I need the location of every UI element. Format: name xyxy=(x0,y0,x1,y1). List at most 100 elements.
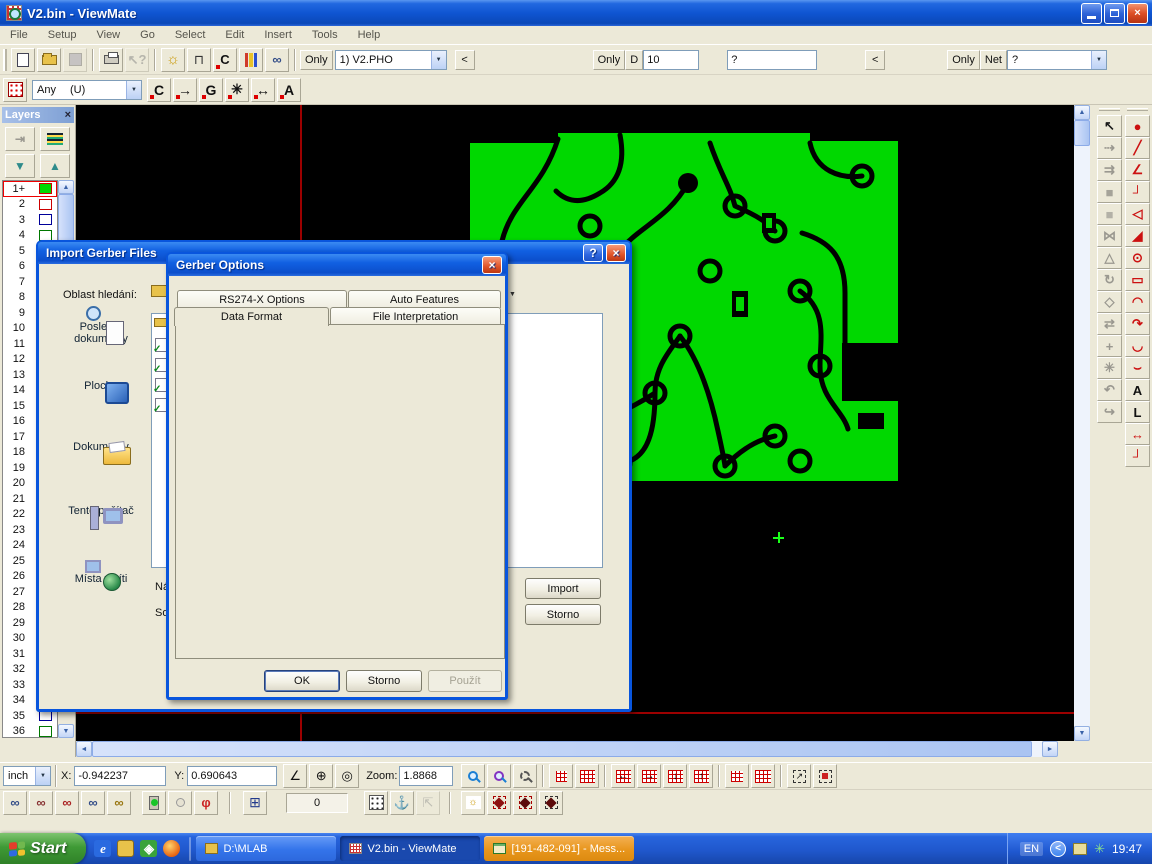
scroll-up-button[interactable]: ▲ xyxy=(1074,105,1090,120)
start-button[interactable]: Start xyxy=(0,833,86,864)
close-button[interactable]: × xyxy=(1127,3,1148,24)
draw-tool-button[interactable]: ◡ xyxy=(1125,335,1150,357)
zoom-field[interactable]: 1.8868 xyxy=(399,766,453,786)
grid-zoom-out-button[interactable] xyxy=(751,764,775,788)
edit-tool-button[interactable]: ↻ xyxy=(1097,269,1122,291)
context-help-button[interactable]: ↖? xyxy=(125,48,149,72)
draw-tool-button[interactable]: ▭ xyxy=(1125,269,1150,291)
tray-messenger-icon[interactable]: ✳ xyxy=(1094,841,1105,857)
layer-move-down-button[interactable]: ▼ xyxy=(5,154,35,178)
edit-tool-button[interactable]: ↶ xyxy=(1097,379,1122,401)
draw-tool-button[interactable]: ↷ xyxy=(1125,313,1150,335)
select-letter-button[interactable]: ↔ xyxy=(251,78,275,102)
layers-close-icon[interactable]: × xyxy=(65,109,71,121)
menu-item[interactable]: Insert xyxy=(254,27,302,43)
view-selected-button[interactable]: ∞ xyxy=(29,791,53,815)
draw-tool-button[interactable]: ↔ xyxy=(1125,423,1150,445)
menu-item[interactable]: Help xyxy=(348,27,391,43)
grid-zoom-in-button[interactable] xyxy=(725,764,749,788)
select-letter-button[interactable]: → xyxy=(173,78,197,102)
scroll-up-button[interactable]: ▲ xyxy=(58,180,74,194)
scroll-down-button[interactable]: ▼ xyxy=(58,724,74,738)
layer-row[interactable]: 2 xyxy=(3,197,57,213)
task-button-viewmate[interactable]: V2.bin - ViewMate xyxy=(340,836,480,861)
scrollbar-thumb[interactable] xyxy=(92,741,1032,757)
chevron-down-icon[interactable]: ▼ xyxy=(1091,51,1106,69)
zoom-window-button[interactable] xyxy=(513,764,537,788)
edit-tool-button[interactable]: ■ xyxy=(1097,203,1122,225)
select-letter-button[interactable]: ✳ xyxy=(225,78,249,102)
lamp-off-button[interactable] xyxy=(168,791,192,815)
edit-tool-button[interactable]: ■ xyxy=(1097,181,1122,203)
green-app-icon[interactable]: ◈ xyxy=(140,840,157,857)
scroll-left-button[interactable]: ◄ xyxy=(76,741,92,757)
firefox-icon[interactable] xyxy=(163,840,180,857)
cancel-button[interactable]: Storno xyxy=(525,604,601,625)
layer-row[interactable]: 3 xyxy=(3,212,57,228)
anchor-button[interactable]: ⚓ xyxy=(390,791,414,815)
units-combo[interactable]: inch ▼ xyxy=(3,766,51,786)
edit-tool-button[interactable]: ✳ xyxy=(1097,357,1122,379)
print-button[interactable] xyxy=(99,48,123,72)
tab-rs274x-options[interactable]: RS274-X Options xyxy=(177,290,347,308)
probe-point-button[interactable]: ◎ xyxy=(335,764,359,788)
layer-color-swatch[interactable] xyxy=(39,214,52,225)
edit-tool-button[interactable]: + xyxy=(1097,335,1122,357)
chevron-down-icon[interactable]: ▼ xyxy=(35,767,50,785)
trace-select-button[interactable] xyxy=(513,791,537,815)
pan-down-button[interactable]: ↓ xyxy=(663,764,687,788)
close-button[interactable]: × xyxy=(606,244,626,262)
tab-data-format[interactable]: Data Format xyxy=(174,307,329,326)
layer-row[interactable]: 1+ xyxy=(3,181,57,197)
layer-insert-button[interactable]: ⇥ xyxy=(5,127,35,151)
scrollbar-track[interactable] xyxy=(1074,120,1090,726)
ok-button[interactable]: OK xyxy=(264,670,340,692)
edit-tool-button[interactable]: ↖ xyxy=(1097,115,1122,137)
view-layer-button[interactable]: ∞ xyxy=(81,791,105,815)
net-select-button[interactable] xyxy=(539,791,563,815)
layer-combo[interactable]: 1) V2.PHO ▼ xyxy=(335,50,447,70)
canvas-horizontal-scrollbar[interactable]: ◄ ► xyxy=(76,741,1074,757)
select-mode-combo[interactable]: Any (U) ▼ xyxy=(32,80,142,100)
edit-tool-button[interactable]: ◇ xyxy=(1097,291,1122,313)
highlight-probe-button[interactable]: φ xyxy=(194,791,218,815)
place-network[interactable]: Místa v síti xyxy=(53,573,149,585)
pad-select-button[interactable] xyxy=(487,791,511,815)
menu-item[interactable]: Tools xyxy=(302,27,348,43)
draw-tool-button[interactable]: ◠ xyxy=(1125,291,1150,313)
dot-grid-button[interactable] xyxy=(364,791,388,815)
task-button-mlab[interactable]: D:\MLAB xyxy=(196,836,336,861)
highlight-flash-button[interactable]: ☼ xyxy=(161,48,185,72)
view-sketch-button[interactable]: ∞ xyxy=(107,791,131,815)
layer-setup-button[interactable] xyxy=(40,127,70,151)
x-coordinate-field[interactable]: -0.942237 xyxy=(74,766,166,786)
net-label[interactable]: Net xyxy=(980,50,1007,70)
save-file-button[interactable] xyxy=(63,48,87,72)
dcode-query-input[interactable]: ? xyxy=(727,50,817,70)
prev-layer-button[interactable]: < xyxy=(455,50,475,70)
table-view-button[interactable]: ⊞ xyxy=(243,791,267,815)
select-area-button[interactable] xyxy=(813,764,837,788)
draw-tool-button[interactable]: ● xyxy=(1125,115,1150,137)
only-net-toggle[interactable]: Only xyxy=(947,50,980,70)
internet-explorer-icon[interactable]: e xyxy=(94,840,111,857)
layer-row[interactable]: 36 xyxy=(3,724,57,740)
menu-item[interactable]: View xyxy=(86,27,130,43)
scroll-right-button[interactable]: ► xyxy=(1042,741,1058,757)
canvas-vertical-scrollbar[interactable]: ▲ ▼ xyxy=(1074,105,1090,741)
draw-tool-button[interactable]: L xyxy=(1125,401,1150,423)
place-desktop[interactable]: Plocha xyxy=(53,380,149,392)
measure-tools-button[interactable]: ⊓ xyxy=(187,48,211,72)
draw-tool-button[interactable]: A xyxy=(1125,379,1150,401)
draw-tool-button[interactable]: ◁ xyxy=(1125,203,1150,225)
draw-tool-button[interactable]: ∠ xyxy=(1125,159,1150,181)
edit-tool-button[interactable]: ⇉ xyxy=(1097,159,1122,181)
help-button[interactable]: ? xyxy=(583,244,603,262)
dcode-input[interactable]: 10 xyxy=(643,50,699,70)
menu-item[interactable]: Go xyxy=(130,27,165,43)
zoom-grid-button[interactable] xyxy=(487,764,511,788)
edit-tool-button[interactable]: ⇄ xyxy=(1097,313,1122,335)
layer-color-swatch[interactable] xyxy=(39,726,52,737)
layer-move-up-button[interactable]: ▲ xyxy=(40,154,70,178)
edit-tool-button[interactable]: △ xyxy=(1097,247,1122,269)
